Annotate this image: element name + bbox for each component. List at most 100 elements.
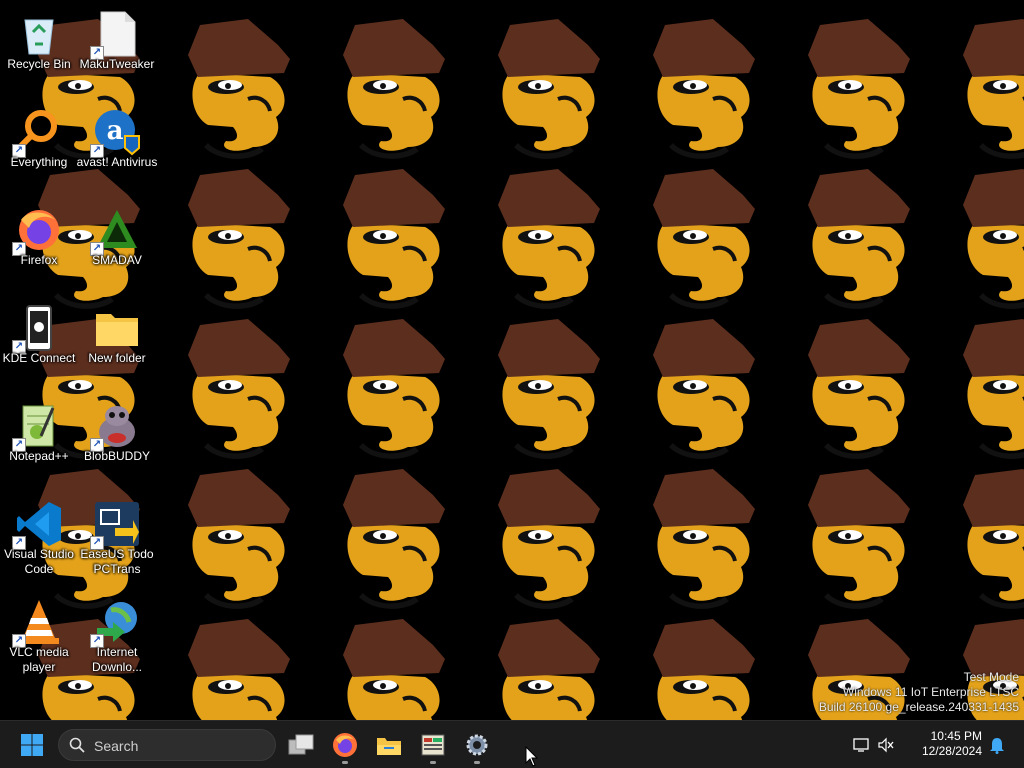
desktop-icon-label: BlobBUDDY [83, 449, 151, 463]
taskbar-spreadsheet-app-button[interactable] [413, 725, 453, 765]
task-view-icon [288, 734, 314, 755]
tray-network-button[interactable] [850, 725, 874, 765]
desktop-icon-label: Firefox [20, 253, 58, 267]
makutweaker-icon: ↗ [90, 10, 141, 60]
taskbar-search-box[interactable]: Search [58, 729, 276, 761]
running-indicator [342, 761, 348, 764]
blobbuddy-icon: ↗ [90, 402, 141, 452]
wallpaper-tile [651, 617, 757, 720]
wallpaper-tile [341, 317, 447, 461]
idm-icon: ↗ [90, 598, 141, 648]
taskbar-file-explorer-button[interactable] [369, 725, 409, 765]
search-placeholder: Search [94, 738, 139, 754]
desktop-icon-label: New folder [88, 351, 146, 365]
wallpaper-tile [961, 317, 1024, 461]
wallpaper-tile [341, 467, 447, 611]
wallpaper-tile [651, 467, 757, 611]
desktop-icon-makutweaker[interactable]: ↗ MakuTweaker [78, 4, 156, 94]
desktop-icon-label: SMADAV [92, 253, 142, 267]
wallpaper-tile [341, 167, 447, 311]
svg-text:a: a [107, 116, 124, 146]
running-indicator [430, 761, 436, 764]
bell-icon [990, 738, 1004, 754]
desktop-icon-new-folder[interactable]: New folder [78, 298, 156, 388]
desktop-icon-notepadpp[interactable]: ↗ Notepad++ [0, 396, 78, 486]
wallpaper-tile [496, 317, 602, 461]
desktop-icon-vlc[interactable]: ↗ VLC media player [0, 592, 78, 682]
desktop-icon-everything[interactable]: ↗ Everything [0, 102, 78, 192]
windows-logo-icon [21, 734, 43, 756]
wallpaper-tile [651, 317, 757, 461]
firefox-icon: ↗ [12, 206, 63, 256]
volume-muted-icon [878, 737, 894, 753]
watermark-build: Build 26100.ge_release.240331-1435 [818, 700, 1019, 714]
vscode-icon: ↗ [12, 500, 63, 550]
wallpaper-tile [341, 17, 447, 161]
desktop-icon-firefox[interactable]: ↗ Firefox [0, 200, 78, 290]
clock-date: 12/28/2024 [921, 744, 982, 758]
smadav-icon: ↗ [90, 206, 141, 256]
desktop-icon-smadav[interactable]: ↗ SMADAV [78, 200, 156, 290]
wallpaper-tile [961, 17, 1024, 161]
wallpaper-tile [496, 467, 602, 611]
firefox-icon [333, 733, 357, 757]
avast-icon: a ↗ [90, 108, 141, 158]
wallpaper-tile [186, 317, 292, 461]
desktop-icon-label: avast! Antivirus [76, 155, 158, 169]
desktop-icon-label: Visual Studio Code [4, 547, 74, 576]
spreadsheet-app-icon [421, 734, 445, 756]
running-indicator [474, 761, 480, 764]
network-icon [853, 738, 869, 752]
desktop-icon-easeus[interactable]: ↗ EaseUS Todo PCTrans [78, 494, 156, 584]
task-view-button[interactable] [281, 725, 321, 765]
wallpaper-tile [186, 617, 292, 720]
clock-time: 10:45 PM [930, 729, 982, 743]
settings-icon [466, 734, 488, 756]
desktop[interactable]: Recycle Bin ↗ MakuTweaker ↗ Everything a ↗ avas… [0, 0, 1024, 720]
tray-volume-button[interactable] [874, 725, 898, 765]
desktop-icon-label: Recycle Bin [7, 57, 71, 71]
mouse-cursor-icon [525, 746, 539, 767]
desktop-icon-label: VLC media player [9, 645, 69, 674]
notifications-button[interactable] [984, 725, 1010, 765]
wallpaper-tile [186, 17, 292, 161]
desktop-icon-label: Internet Downlo... [91, 645, 143, 674]
watermark-edition: Windows 11 IoT Enterprise LTSC [842, 685, 1019, 699]
desktop-icon-kde-connect[interactable]: ↗ KDE Connect [0, 298, 78, 388]
desktop-icon-label: MakuTweaker [79, 57, 155, 71]
wallpaper-tile [806, 317, 912, 461]
desktop-icon-blobbuddy[interactable]: ↗ BlobBUDDY [78, 396, 156, 486]
wallpaper-tile [961, 467, 1024, 611]
desktop-icon-label: Everything [10, 155, 68, 169]
wallpaper-tile [961, 167, 1024, 311]
taskbar-settings-button[interactable] [457, 725, 497, 765]
watermark-test-mode: Test Mode [963, 670, 1019, 684]
desktop-icon-label: EaseUS Todo PCTrans [80, 547, 154, 576]
desktop-icon-vscode[interactable]: ↗ Visual Studio Code [0, 494, 78, 584]
desktop-icon-label: KDE Connect [2, 351, 76, 365]
desktop-icon-recycle-bin[interactable]: Recycle Bin [0, 4, 78, 94]
wallpaper-tile [496, 17, 602, 161]
wallpaper-tile [496, 167, 602, 311]
new-folder-icon [93, 304, 141, 352]
wallpaper-tile [186, 167, 292, 311]
wallpaper-tile [496, 617, 602, 720]
vlc-icon: ↗ [12, 598, 63, 648]
wallpaper-tile [806, 17, 912, 161]
taskbar-firefox-button[interactable] [325, 725, 365, 765]
wallpaper-tile [651, 167, 757, 311]
everything-icon: ↗ [12, 108, 63, 158]
desktop-icon-idm[interactable]: ↗ Internet Downlo... [78, 592, 156, 682]
notepadpp-icon: ↗ [12, 402, 63, 452]
easeus-icon: ↗ [90, 500, 141, 550]
search-icon [69, 737, 85, 753]
recycle-bin-icon [15, 10, 63, 58]
desktop-icon-avast[interactable]: a ↗ avast! Antivirus [77, 102, 157, 192]
start-button[interactable] [12, 725, 52, 765]
kde-connect-icon: ↗ [12, 304, 63, 354]
taskbar-clock[interactable]: 10:45 PM 12/28/2024 [922, 729, 982, 759]
file-explorer-icon [377, 738, 401, 755]
taskbar: Search 10:45 PM 12/28/2024 [0, 720, 1024, 768]
os-watermark: Test Mode Windows 11 IoT Enterprise LTSC… [819, 670, 1019, 715]
wallpaper-tile [341, 617, 447, 720]
